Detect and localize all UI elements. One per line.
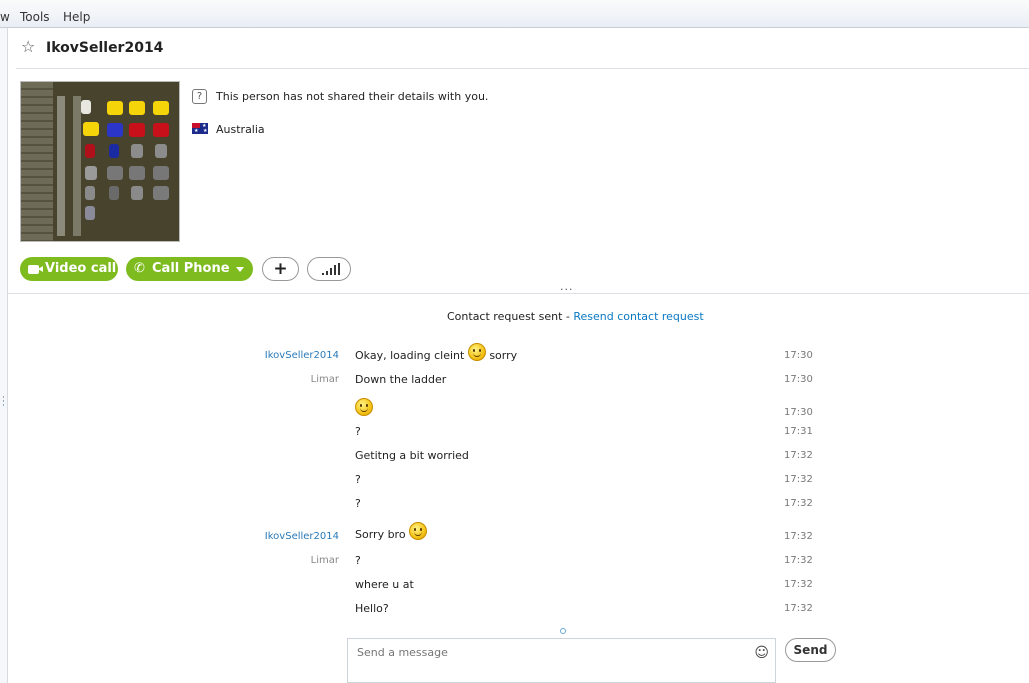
video-call-label: Video call — [45, 261, 117, 276]
contact-request-status: Contact request sent - Resend contact re… — [447, 310, 704, 323]
info-icon: ? — [192, 89, 207, 104]
message-time: 17:30 — [784, 374, 813, 385]
message-time: 17:32 — [784, 531, 813, 542]
message-time: 17:30 — [784, 350, 813, 361]
call-quality-button[interactable] — [307, 257, 351, 281]
smiley-icon — [355, 398, 373, 416]
message-input[interactable] — [355, 645, 739, 660]
message-compose-box[interactable]: ☺ — [347, 638, 776, 683]
menu-item-tools[interactable]: Tools — [20, 10, 50, 24]
resize-handle[interactable]: · · · — [2, 394, 5, 411]
add-button[interactable]: + — [262, 257, 299, 281]
message-sender[interactable]: IkovSeller2014 — [265, 350, 339, 361]
message-time: 17:32 — [784, 603, 813, 614]
star-icon[interactable]: ☆ — [21, 37, 35, 56]
menu-item-help[interactable]: Help — [63, 10, 90, 24]
profile-divider — [8, 293, 1029, 294]
video-call-button[interactable]: Video call — [20, 257, 118, 281]
menu-item-view[interactable]: w — [0, 10, 10, 24]
menu-bar: w Tools Help — [0, 0, 1029, 28]
header-divider — [16, 68, 1029, 69]
left-panel-edge[interactable]: · · · — [0, 28, 8, 683]
message-text: ? — [355, 497, 361, 510]
message-text: Okay, loading cleint sorry — [355, 343, 517, 362]
message-text: ? — [355, 554, 361, 567]
message-text: where u at — [355, 578, 414, 591]
message-sender[interactable]: Limar — [311, 374, 339, 385]
message-text: Hello? — [355, 602, 389, 615]
phone-icon: ✆ — [134, 261, 145, 276]
send-button[interactable]: Send — [785, 638, 836, 662]
plus-icon: + — [273, 259, 288, 279]
message-text: Down the ladder — [355, 373, 447, 386]
smiley-icon — [467, 343, 486, 361]
video-camera-lens-icon — [38, 266, 43, 272]
call-phone-label: Call Phone — [152, 261, 230, 276]
contact-details: This person has not shared their details… — [216, 90, 489, 103]
message-text: Sorry bro — [355, 522, 428, 541]
resend-request-link[interactable]: Resend contact request — [573, 310, 703, 323]
message-sender[interactable]: Limar — [311, 555, 339, 566]
message-time: 17:32 — [784, 579, 813, 590]
message-time: 17:32 — [784, 474, 813, 485]
message-text: Getitng a bit worried — [355, 449, 469, 462]
call-phone-button[interactable]: ✆ Call Phone — [126, 257, 253, 281]
message-time: 17:30 — [784, 407, 813, 418]
contact-name: IkovSeller2014 — [46, 40, 164, 56]
splitter-handle[interactable]: ... — [560, 280, 574, 293]
message-sender[interactable]: IkovSeller2014 — [265, 531, 339, 542]
message-time: 17:31 — [784, 426, 813, 437]
typing-indicator — [560, 628, 566, 634]
message-time: 17:32 — [784, 555, 813, 566]
avatar — [20, 81, 180, 242]
message-time: 17:32 — [784, 498, 813, 509]
message-text: ? — [355, 425, 361, 438]
dropdown-arrow-icon[interactable] — [236, 267, 244, 272]
message-text: ? — [355, 473, 361, 486]
message-emoji — [355, 398, 373, 416]
australia-flag-icon: ★ ★ ★ — [192, 123, 208, 134]
signal-bars-icon — [322, 263, 340, 275]
message-time: 17:32 — [784, 450, 813, 461]
smiley-icon[interactable]: ☺ — [754, 645, 769, 661]
smiley-icon — [409, 522, 428, 540]
request-sent-text: Contact request sent - — [447, 310, 574, 323]
contact-country: Australia — [216, 123, 265, 136]
